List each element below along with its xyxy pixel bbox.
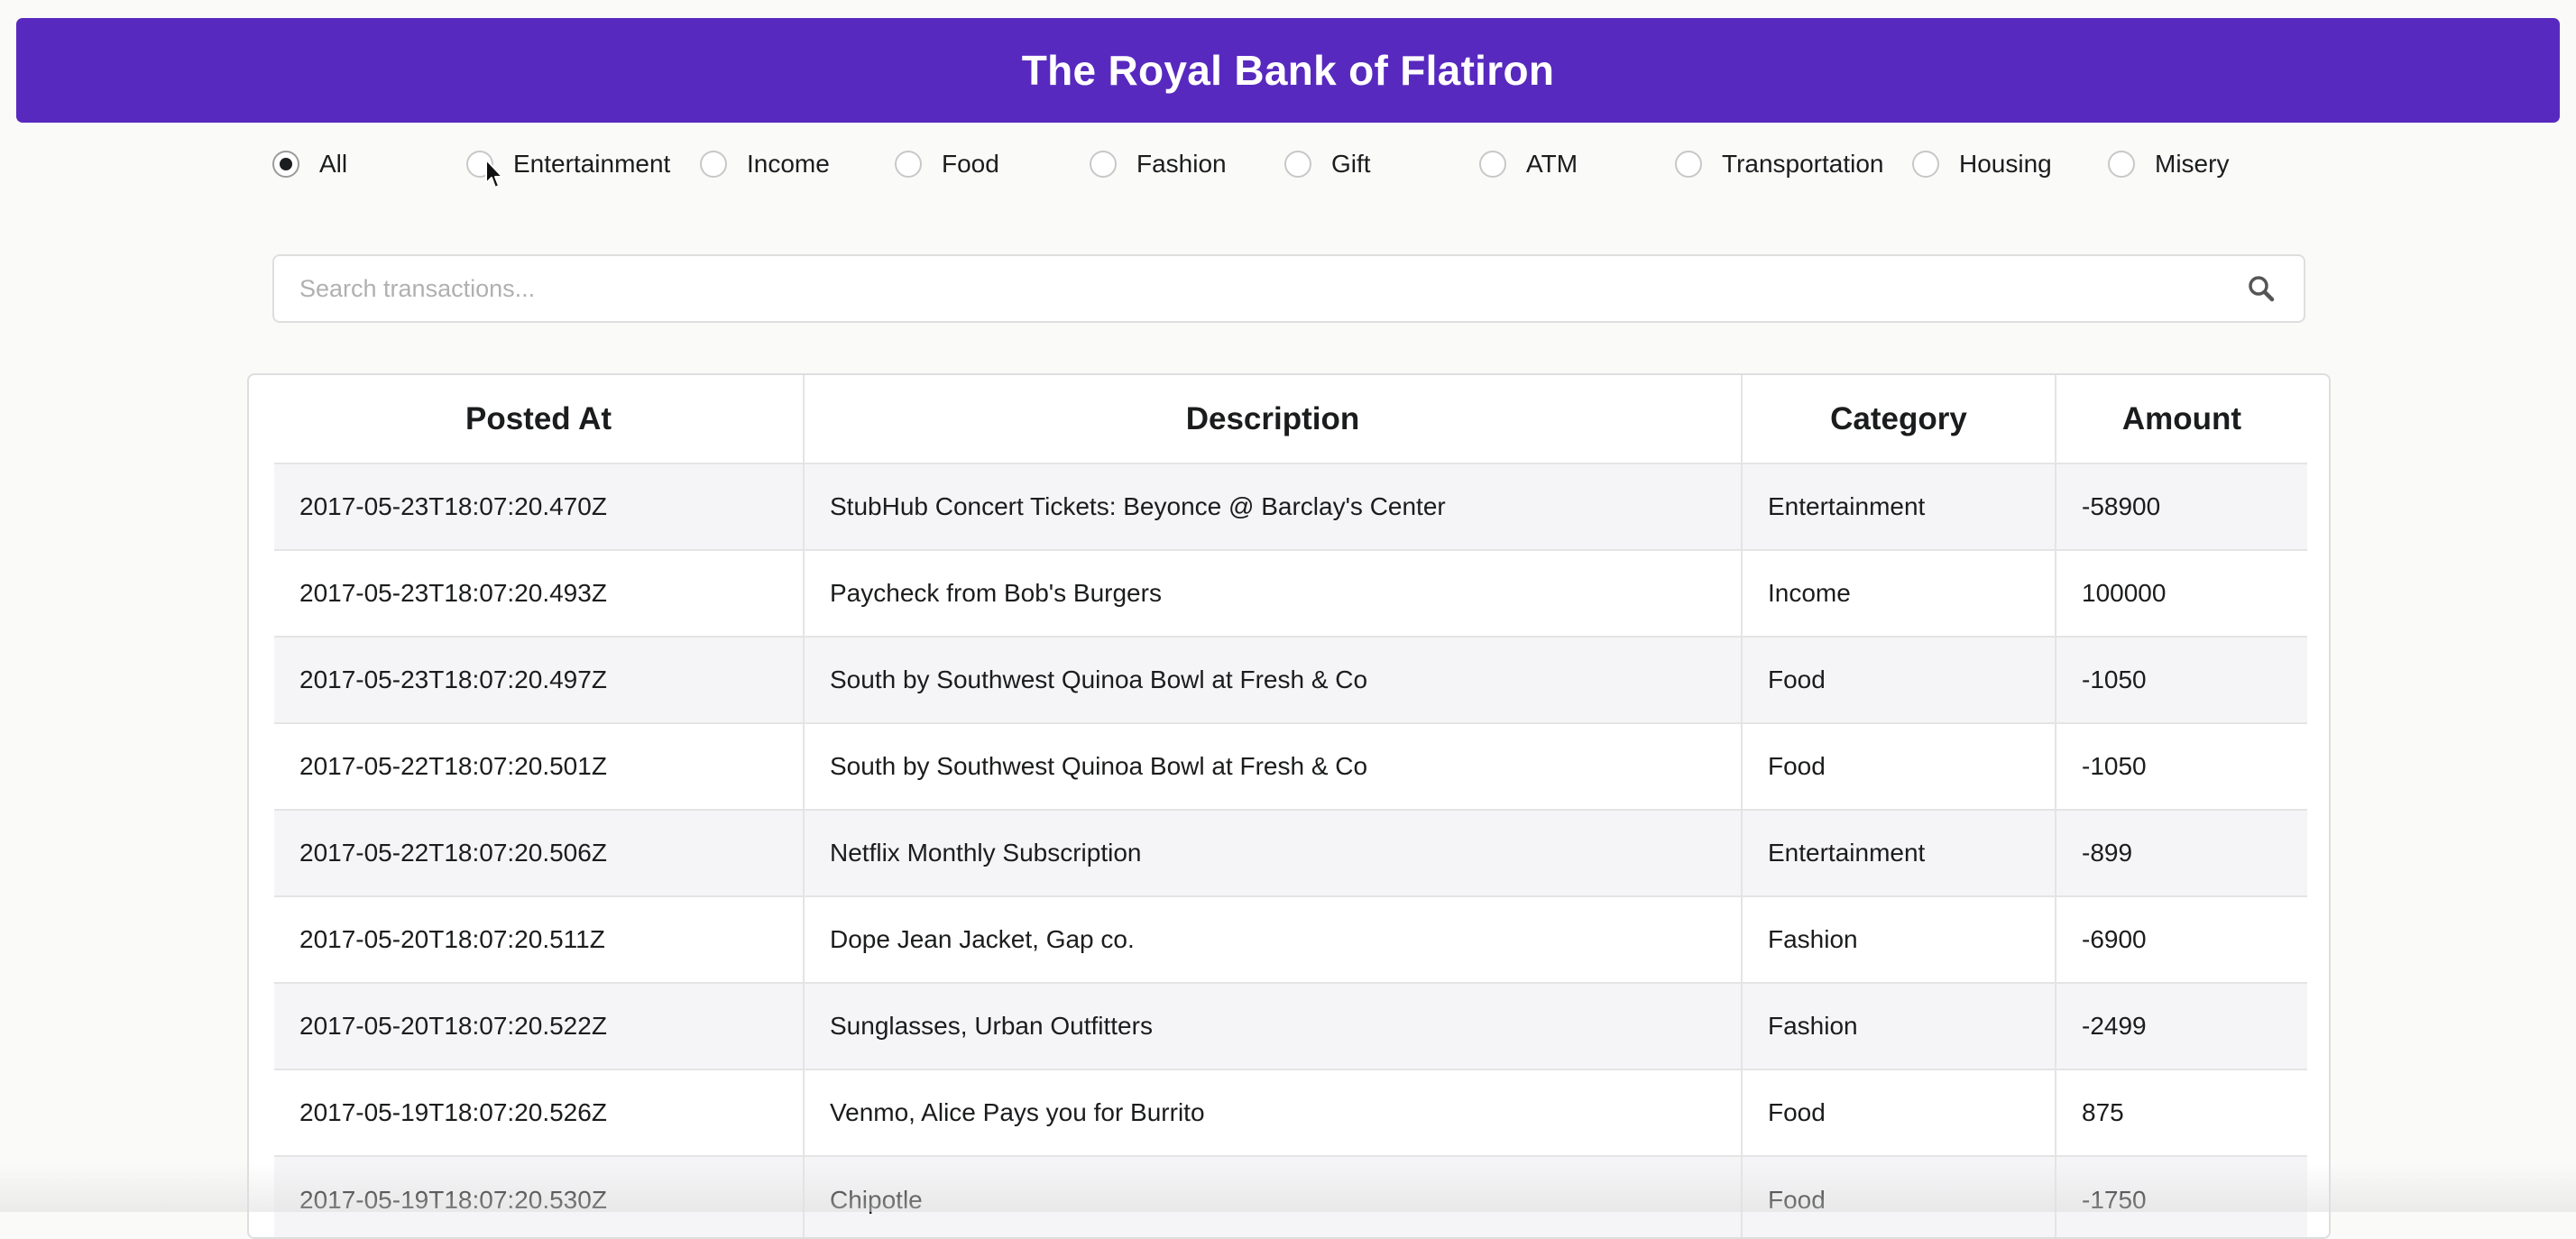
page-title: The Royal Bank of Flatiron <box>1021 47 1555 94</box>
filter-label: Fashion <box>1136 150 1227 178</box>
table-row: 2017-05-23T18:07:20.497Z South by Southw… <box>274 636 2307 723</box>
cell-category: Food <box>1741 636 2056 723</box>
cell-description: South by Southwest Quinoa Bowl at Fresh … <box>803 636 1742 723</box>
category-filter-group: All Entertainment Income Food Fashion Gi… <box>0 142 2576 186</box>
cell-description: Netflix Monthly Subscription <box>803 809 1742 896</box>
filter-transportation[interactable]: Transportation <box>1675 142 1884 186</box>
cell-category: Entertainment <box>1741 463 2056 550</box>
cell-category: Food <box>1741 722 2056 810</box>
column-header-category[interactable]: Category <box>1741 375 2056 463</box>
cell-category: Entertainment <box>1741 809 2056 896</box>
cell-category: Income <box>1741 549 2056 637</box>
cell-posted-at: 2017-05-20T18:07:20.511Z <box>274 895 804 983</box>
app-header: The Royal Bank of Flatiron <box>16 18 2560 123</box>
filter-label: Misery <box>2155 150 2230 178</box>
radio-button[interactable] <box>1090 151 1117 178</box>
radio-button[interactable] <box>1284 151 1311 178</box>
cell-amount: -6900 <box>2055 895 2307 983</box>
search-bar <box>272 254 2305 323</box>
cell-posted-at: 2017-05-20T18:07:20.522Z <box>274 982 804 1069</box>
filter-misery[interactable]: Misery <box>2108 142 2229 186</box>
cell-description: Paycheck from Bob's Burgers <box>803 549 1742 637</box>
cell-posted-at: 2017-05-23T18:07:20.470Z <box>274 463 804 550</box>
cell-posted-at: 2017-05-23T18:07:20.493Z <box>274 549 804 637</box>
cell-amount: 100000 <box>2055 549 2307 637</box>
column-header-posted-at[interactable]: Posted At <box>274 375 804 463</box>
cell-category: Food <box>1741 1155 2056 1237</box>
filter-label: Gift <box>1331 150 1371 178</box>
table-header-row: Posted At Description Category Amount <box>274 375 2307 463</box>
table-row: 2017-05-19T18:07:20.526Z Venmo, Alice Pa… <box>274 1069 2307 1156</box>
filter-atm[interactable]: ATM <box>1479 142 1578 186</box>
filter-label: ATM <box>1526 150 1578 178</box>
radio-button[interactable] <box>2108 151 2135 178</box>
radio-button[interactable] <box>1912 151 1939 178</box>
radio-selected-dot <box>280 158 292 170</box>
filter-income[interactable]: Income <box>700 142 830 186</box>
cell-amount: -2499 <box>2055 982 2307 1069</box>
filter-food[interactable]: Food <box>895 142 999 186</box>
search-icon[interactable] <box>2246 273 2277 304</box>
filter-housing[interactable]: Housing <box>1912 142 2052 186</box>
cell-description: StubHub Concert Tickets: Beyonce @ Barcl… <box>803 463 1742 550</box>
table-row: 2017-05-20T18:07:20.522Z Sunglasses, Urb… <box>274 982 2307 1069</box>
cell-posted-at: 2017-05-23T18:07:20.497Z <box>274 636 804 723</box>
filter-gift[interactable]: Gift <box>1284 142 1371 186</box>
table-row: 2017-05-19T18:07:20.530Z Chipotle Food -… <box>274 1155 2307 1237</box>
filter-label: Food <box>942 150 999 178</box>
cell-description: Dope Jean Jacket, Gap co. <box>803 895 1742 983</box>
cell-amount: -1750 <box>2055 1155 2307 1237</box>
cell-amount: -899 <box>2055 809 2307 896</box>
cell-posted-at: 2017-05-22T18:07:20.501Z <box>274 722 804 810</box>
column-header-description[interactable]: Description <box>803 375 1742 463</box>
cell-category: Fashion <box>1741 895 2056 983</box>
radio-button[interactable] <box>895 151 922 178</box>
cell-amount: -1050 <box>2055 722 2307 810</box>
transactions-table: Posted At Description Category Amount 20… <box>274 375 2307 1237</box>
mouse-pointer-icon <box>485 159 503 188</box>
filter-all[interactable]: All <box>272 142 347 186</box>
cell-description: Sunglasses, Urban Outfitters <box>803 982 1742 1069</box>
cell-amount: 875 <box>2055 1069 2307 1156</box>
radio-button[interactable] <box>272 151 299 178</box>
cell-description: Venmo, Alice Pays you for Burrito <box>803 1069 1742 1156</box>
cell-amount: -58900 <box>2055 463 2307 550</box>
table-row: 2017-05-22T18:07:20.501Z South by Southw… <box>274 722 2307 810</box>
radio-button[interactable] <box>1675 151 1702 178</box>
filter-label: All <box>319 150 348 178</box>
cell-amount: -1050 <box>2055 636 2307 723</box>
filter-label: Income <box>747 150 830 178</box>
filter-label: Housing <box>1959 150 2052 178</box>
transactions-table-container: Posted At Description Category Amount 20… <box>247 373 2331 1239</box>
column-header-amount[interactable]: Amount <box>2055 375 2307 463</box>
cell-posted-at: 2017-05-22T18:07:20.506Z <box>274 809 804 896</box>
cell-posted-at: 2017-05-19T18:07:20.526Z <box>274 1069 804 1156</box>
radio-button[interactable] <box>700 151 727 178</box>
cell-description: Chipotle <box>803 1155 1742 1237</box>
table-row: 2017-05-20T18:07:20.511Z Dope Jean Jacke… <box>274 895 2307 983</box>
filter-fashion[interactable]: Fashion <box>1090 142 1227 186</box>
filter-label: Entertainment <box>513 150 671 178</box>
cell-category: Fashion <box>1741 982 2056 1069</box>
cell-posted-at: 2017-05-19T18:07:20.530Z <box>274 1155 804 1237</box>
table-row: 2017-05-22T18:07:20.506Z Netflix Monthly… <box>274 809 2307 896</box>
cell-category: Food <box>1741 1069 2056 1156</box>
cell-description: South by Southwest Quinoa Bowl at Fresh … <box>803 722 1742 810</box>
search-input[interactable] <box>274 256 2246 321</box>
filter-label: Transportation <box>1722 150 1884 178</box>
table-row: 2017-05-23T18:07:20.493Z Paycheck from B… <box>274 549 2307 637</box>
radio-button[interactable] <box>1479 151 1506 178</box>
table-row: 2017-05-23T18:07:20.470Z StubHub Concert… <box>274 463 2307 550</box>
